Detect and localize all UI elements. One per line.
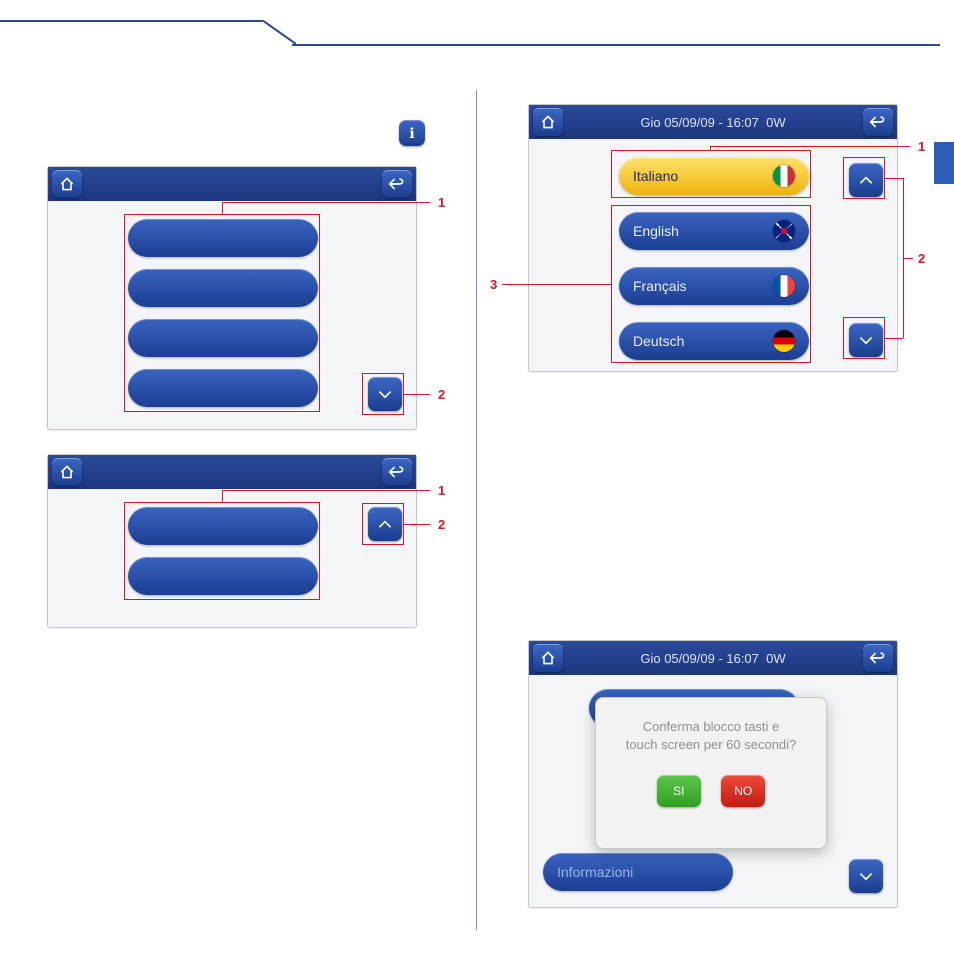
scroll-down-button[interactable] xyxy=(849,859,883,893)
menu-item-behind: Informazioni xyxy=(543,853,733,891)
titlebar-datetime: Gio 05/09/09 - 16:07 xyxy=(640,651,759,666)
titlebar-label: Gio 05/09/09 - 16:07 0W xyxy=(567,651,859,666)
panel-lock-confirm: Gio 05/09/09 - 16:07 0W Informazioni Con… xyxy=(528,640,898,908)
callout-number: 2 xyxy=(438,387,445,402)
callout-line xyxy=(222,202,223,214)
dialog-message: Conferma blocco tasti e touch screen per… xyxy=(616,718,806,753)
callout-line xyxy=(404,524,430,525)
callout-line xyxy=(222,490,430,491)
back-button[interactable] xyxy=(382,170,412,198)
callout-line xyxy=(222,490,223,502)
callout-line xyxy=(404,394,430,395)
callout-box xyxy=(843,157,885,199)
dialog-yes-button[interactable]: SI xyxy=(657,775,701,807)
titlebar xyxy=(48,455,416,489)
callout-box xyxy=(124,502,320,600)
back-button[interactable] xyxy=(863,644,893,672)
callout-number: 1 xyxy=(438,483,445,498)
callout-box xyxy=(843,317,885,359)
back-button[interactable] xyxy=(863,108,893,136)
callout-box xyxy=(362,373,404,415)
page-border-diagonal xyxy=(262,20,296,44)
page-border-left xyxy=(0,20,262,22)
titlebar xyxy=(48,167,416,201)
callout-number: 1 xyxy=(918,139,925,154)
home-button[interactable] xyxy=(52,170,82,198)
titlebar-power: 0W xyxy=(766,651,786,666)
page-border-right xyxy=(292,44,940,46)
dialog-line2: touch screen per 60 secondi? xyxy=(626,737,797,752)
back-button[interactable] xyxy=(382,458,412,486)
callout-line xyxy=(710,146,910,147)
callout-number: 3 xyxy=(490,277,497,292)
titlebar: Gio 05/09/09 - 16:07 0W xyxy=(529,641,897,675)
callout-line xyxy=(885,178,903,179)
titlebar-label: Gio 05/09/09 - 16:07 0W xyxy=(567,115,859,130)
dialog-no-button[interactable]: NO xyxy=(721,775,765,807)
callout-line xyxy=(903,258,913,259)
side-tab xyxy=(934,142,954,184)
home-button[interactable] xyxy=(533,108,563,136)
callout-number: 2 xyxy=(918,251,925,266)
callout-box xyxy=(362,503,404,545)
titlebar: Gio 05/09/09 - 16:07 0W xyxy=(529,105,897,139)
confirm-dialog: Conferma blocco tasti e touch screen per… xyxy=(595,697,827,849)
callout-box xyxy=(124,214,320,412)
callout-line xyxy=(222,202,430,203)
titlebar-datetime: Gio 05/09/09 - 16:07 xyxy=(640,115,759,130)
titlebar-power: 0W xyxy=(766,115,786,130)
callout-line xyxy=(502,284,611,285)
callout-number: 1 xyxy=(438,195,445,210)
dialog-line1: Conferma blocco tasti e xyxy=(643,719,780,734)
home-button[interactable] xyxy=(52,458,82,486)
callout-box xyxy=(611,150,811,198)
info-pin-icon: ℹ xyxy=(399,120,425,146)
home-button[interactable] xyxy=(533,644,563,672)
callout-box xyxy=(611,205,811,363)
callout-line xyxy=(710,146,711,150)
callout-line xyxy=(885,338,903,339)
center-divider xyxy=(476,90,477,930)
menu-item-behind-label: Informazioni xyxy=(557,864,633,880)
callout-number: 2 xyxy=(438,517,445,532)
